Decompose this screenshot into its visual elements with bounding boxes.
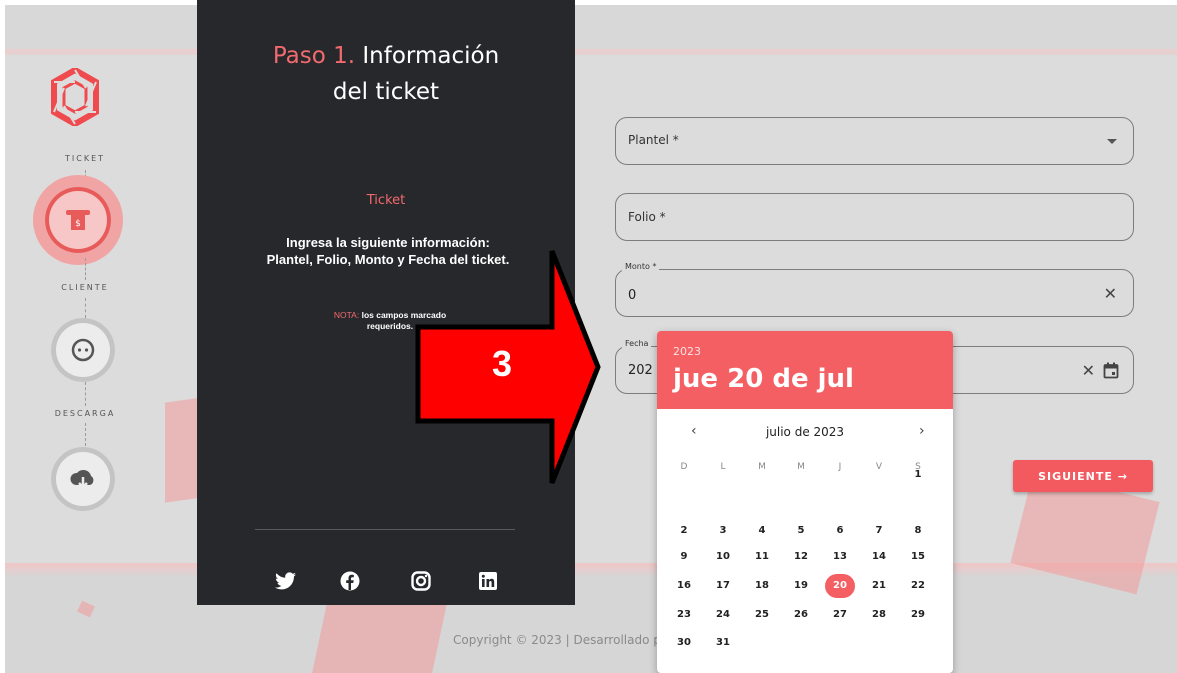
next-month-icon[interactable]: ›	[919, 423, 925, 439]
selected-date: jue 20 de jul	[673, 364, 854, 394]
weekday-label: M	[758, 462, 766, 472]
step-connector	[85, 423, 86, 446]
monto-label: Monto *	[622, 262, 660, 271]
weekday-label: L	[720, 462, 726, 472]
step-ticket[interactable]: $	[45, 187, 111, 253]
step-connector	[85, 298, 86, 318]
footer-band	[5, 563, 1177, 673]
calendar-day[interactable]: 12	[786, 545, 816, 569]
calendar-day[interactable]: 30	[669, 631, 699, 655]
note-text-2: requeridos.	[366, 321, 414, 331]
clear-icon[interactable]: ✕	[1082, 361, 1095, 380]
calendar-day[interactable]: 19	[786, 574, 816, 598]
top-band	[5, 5, 1177, 55]
weekday-label: M	[797, 462, 805, 472]
step-connector	[85, 258, 86, 280]
calendar-day[interactable]: 25	[747, 603, 777, 627]
twitter-icon[interactable]	[274, 569, 298, 593]
panel-title: Paso 1. Información del ticket	[197, 38, 575, 110]
calendar-day[interactable]: 1	[903, 463, 933, 487]
calendar-day[interactable]: 9	[669, 545, 699, 569]
calendar-day[interactable]: 6	[825, 519, 855, 543]
plantel-select[interactable]: Plantel *	[615, 117, 1134, 165]
chat-icon	[71, 338, 95, 362]
step-cliente[interactable]	[51, 318, 115, 382]
panel-title-part1: Información	[362, 43, 500, 69]
note-label: NOTA:	[333, 310, 360, 320]
copyright-text: Copyright © 2023 | Desarrollado p	[453, 633, 661, 647]
calendar-day[interactable]: 14	[864, 545, 894, 569]
calendar-day[interactable]: 16	[669, 574, 699, 598]
date-picker[interactable]: 2023 jue 20 de jul ‹ julio de 2023 › DLM…	[657, 331, 953, 673]
calendar-day[interactable]: 13	[825, 545, 855, 569]
calendar-day[interactable]: 17	[708, 574, 738, 598]
brand-logo	[51, 68, 99, 126]
fecha-label: Fecha	[622, 339, 652, 348]
divider	[255, 529, 515, 530]
calendar-day[interactable]: 11	[747, 545, 777, 569]
decor-shape	[307, 605, 447, 673]
plantel-label: Plantel *	[628, 133, 679, 147]
folio-field[interactable]: Folio *	[615, 193, 1134, 241]
weekday-label: J	[838, 462, 842, 472]
next-button[interactable]: SIGUIENTE →	[1013, 460, 1153, 492]
date-picker-header: 2023 jue 20 de jul	[657, 331, 953, 409]
calendar-day[interactable]: 7	[864, 519, 894, 543]
linkedin-icon[interactable]	[476, 569, 500, 593]
calendar-day[interactable]: 8	[903, 519, 933, 543]
cloud-download-icon	[70, 469, 94, 489]
calendar-icon[interactable]	[1103, 362, 1119, 379]
calendar-day[interactable]: 23	[669, 603, 699, 627]
folio-label: Folio *	[628, 210, 666, 224]
instagram-icon[interactable]	[409, 569, 433, 593]
calendar-day[interactable]: 3	[708, 519, 738, 543]
calendar-day[interactable]: 31	[708, 631, 738, 655]
monto-field[interactable]: Monto * 0 ✕	[615, 262, 1134, 317]
calendar-day[interactable]: 27	[825, 603, 855, 627]
svg-text:$: $	[75, 219, 81, 229]
calendar-year[interactable]: 2023	[673, 345, 701, 358]
step-connector	[85, 382, 86, 406]
calendar-day[interactable]: 28	[864, 603, 894, 627]
chevron-down-icon	[1107, 139, 1117, 144]
panel-title-part2: del ticket	[332, 79, 440, 105]
weekday-label: V	[875, 462, 883, 472]
receipt-icon: $	[66, 210, 90, 230]
panel-title-step: Paso 1.	[272, 43, 356, 69]
calendar-day[interactable]: 29	[903, 603, 933, 627]
fecha-value: 202	[628, 363, 653, 378]
step-descarga[interactable]	[51, 447, 115, 511]
annotation-number: 3	[492, 343, 513, 384]
step-label-descarga: DESCARGA	[54, 409, 116, 418]
calendar-day[interactable]: 26	[786, 603, 816, 627]
calendar-day[interactable]: 2	[669, 519, 699, 543]
calendar-day[interactable]: 10	[708, 545, 738, 569]
calendar-day[interactable]: 22	[903, 574, 933, 598]
calendar-day[interactable]: 21	[864, 574, 894, 598]
calendar-day[interactable]: 5	[786, 519, 816, 543]
calendar-day[interactable]: 15	[903, 545, 933, 569]
calendar-day[interactable]: 18	[747, 574, 777, 598]
weekday-label: D	[680, 462, 688, 472]
step-label-ticket: TICKET	[64, 154, 106, 163]
calendar-day[interactable]: 4	[747, 519, 777, 543]
step-label-cliente: CLIENTE	[61, 283, 109, 292]
calendar-day[interactable]: 24	[708, 603, 738, 627]
monto-value: 0	[628, 288, 637, 303]
month-label: julio de 2023	[765, 425, 845, 439]
facebook-icon[interactable]	[338, 569, 362, 593]
clear-icon[interactable]: ✕	[1104, 284, 1117, 303]
calendar-day-selected[interactable]: 20	[825, 574, 855, 598]
panel-subtitle: Ticket	[366, 193, 406, 208]
